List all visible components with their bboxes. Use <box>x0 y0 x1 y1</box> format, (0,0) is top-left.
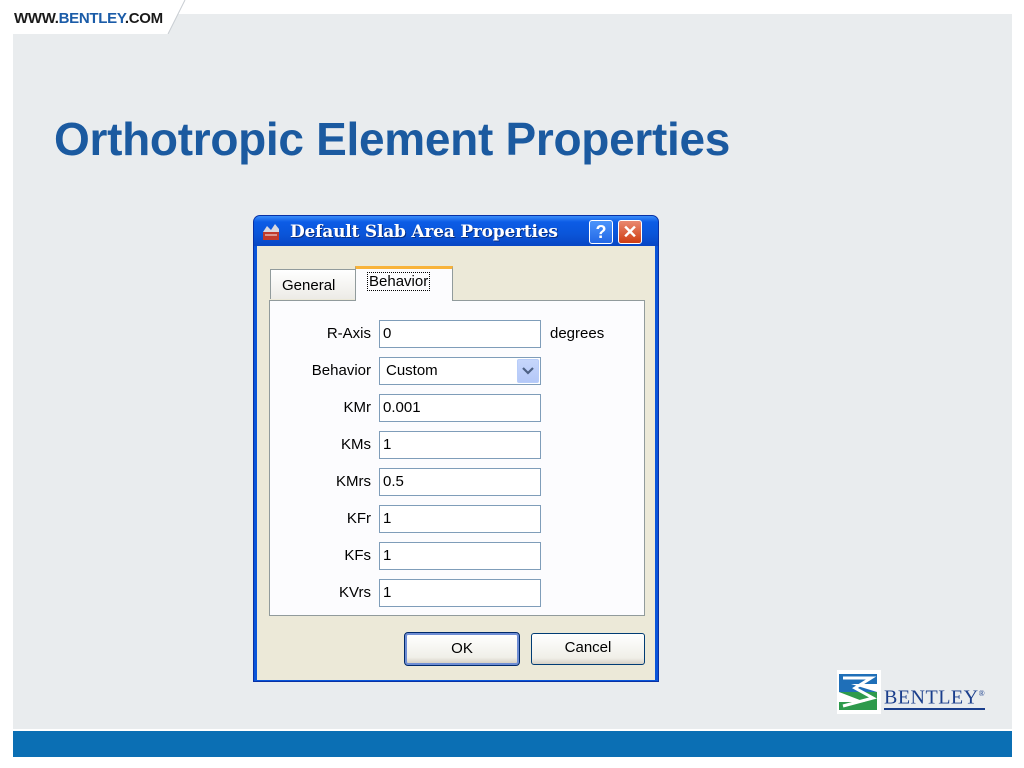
row-kfr: KFr 1 <box>270 505 646 533</box>
kfs-input[interactable]: 1 <box>379 542 541 570</box>
dialog-client-area: General Behavior R-Axis 0 degrees Behavi… <box>257 246 655 680</box>
registered-mark: ® <box>978 689 986 698</box>
footer-bar <box>13 731 1012 757</box>
kfs-label: KFs <box>344 547 371 564</box>
behavior-select[interactable]: Custom <box>379 357 541 385</box>
website-url[interactable]: WWW.BENTLEY.COM <box>14 10 163 27</box>
help-button[interactable]: ? <box>589 220 613 244</box>
r-axis-input[interactable]: 0 <box>379 320 541 348</box>
kms-input[interactable]: 1 <box>379 431 541 459</box>
properties-dialog: Default Slab Area Properties ? ✕ General… <box>253 215 659 682</box>
row-kmr: KMr 0.001 <box>270 394 646 422</box>
cancel-button[interactable]: Cancel <box>531 633 645 665</box>
kmr-input[interactable]: 0.001 <box>379 394 541 422</box>
behavior-label: Behavior <box>311 362 371 379</box>
close-button[interactable]: ✕ <box>618 220 642 244</box>
ok-button[interactable]: OK <box>404 632 520 666</box>
kfr-label: KFr <box>346 510 371 527</box>
kmr-label: KMr <box>343 399 372 416</box>
chevron-down-icon[interactable] <box>517 359 539 383</box>
tab-general-label: General <box>282 277 336 294</box>
row-r-axis: R-Axis 0 degrees <box>270 320 646 348</box>
behavior-tab-panel: R-Axis 0 degrees Behavior Custom KMr 0.0… <box>269 300 645 616</box>
kvrs-label: KVrs <box>339 584 371 601</box>
kmrs-input[interactable]: 0.5 <box>379 468 541 496</box>
tab-behavior[interactable]: Behavior <box>355 266 453 301</box>
r-axis-unit: degrees <box>550 325 605 342</box>
tab-behavior-label: Behavior <box>367 272 431 291</box>
url-brand: BENTLEY <box>58 10 126 27</box>
app-icon <box>263 224 279 240</box>
row-kms: KMs 1 <box>270 431 646 459</box>
kms-label: KMs <box>341 436 371 453</box>
url-suffix: .COM <box>124 10 163 27</box>
kvrs-input[interactable]: 1 <box>379 579 541 607</box>
header-bar: WWW.BENTLEY.COM <box>0 0 1024 34</box>
row-kvrs: KVrs 1 <box>270 579 646 607</box>
logo-text: BENTLEY <box>884 686 979 709</box>
behavior-selected-value: Custom <box>386 362 438 379</box>
logo-wordmark: BENTLEY® <box>884 684 986 710</box>
row-kmrs: KMrs 0.5 <box>270 468 646 496</box>
dialog-titlebar[interactable]: Default Slab Area Properties ? ✕ <box>254 216 658 246</box>
r-axis-label: R-Axis <box>326 325 371 342</box>
tab-general[interactable]: General <box>270 269 356 299</box>
row-kfs: KFs 1 <box>270 542 646 570</box>
url-prefix: WWW. <box>14 10 59 27</box>
kfr-input[interactable]: 1 <box>379 505 541 533</box>
dialog-title: Default Slab Area Properties <box>290 222 558 242</box>
row-behavior: Behavior Custom <box>270 357 646 385</box>
kmrs-label: KMrs <box>336 473 371 490</box>
slide-title: Orthotropic Element Properties <box>54 113 731 165</box>
